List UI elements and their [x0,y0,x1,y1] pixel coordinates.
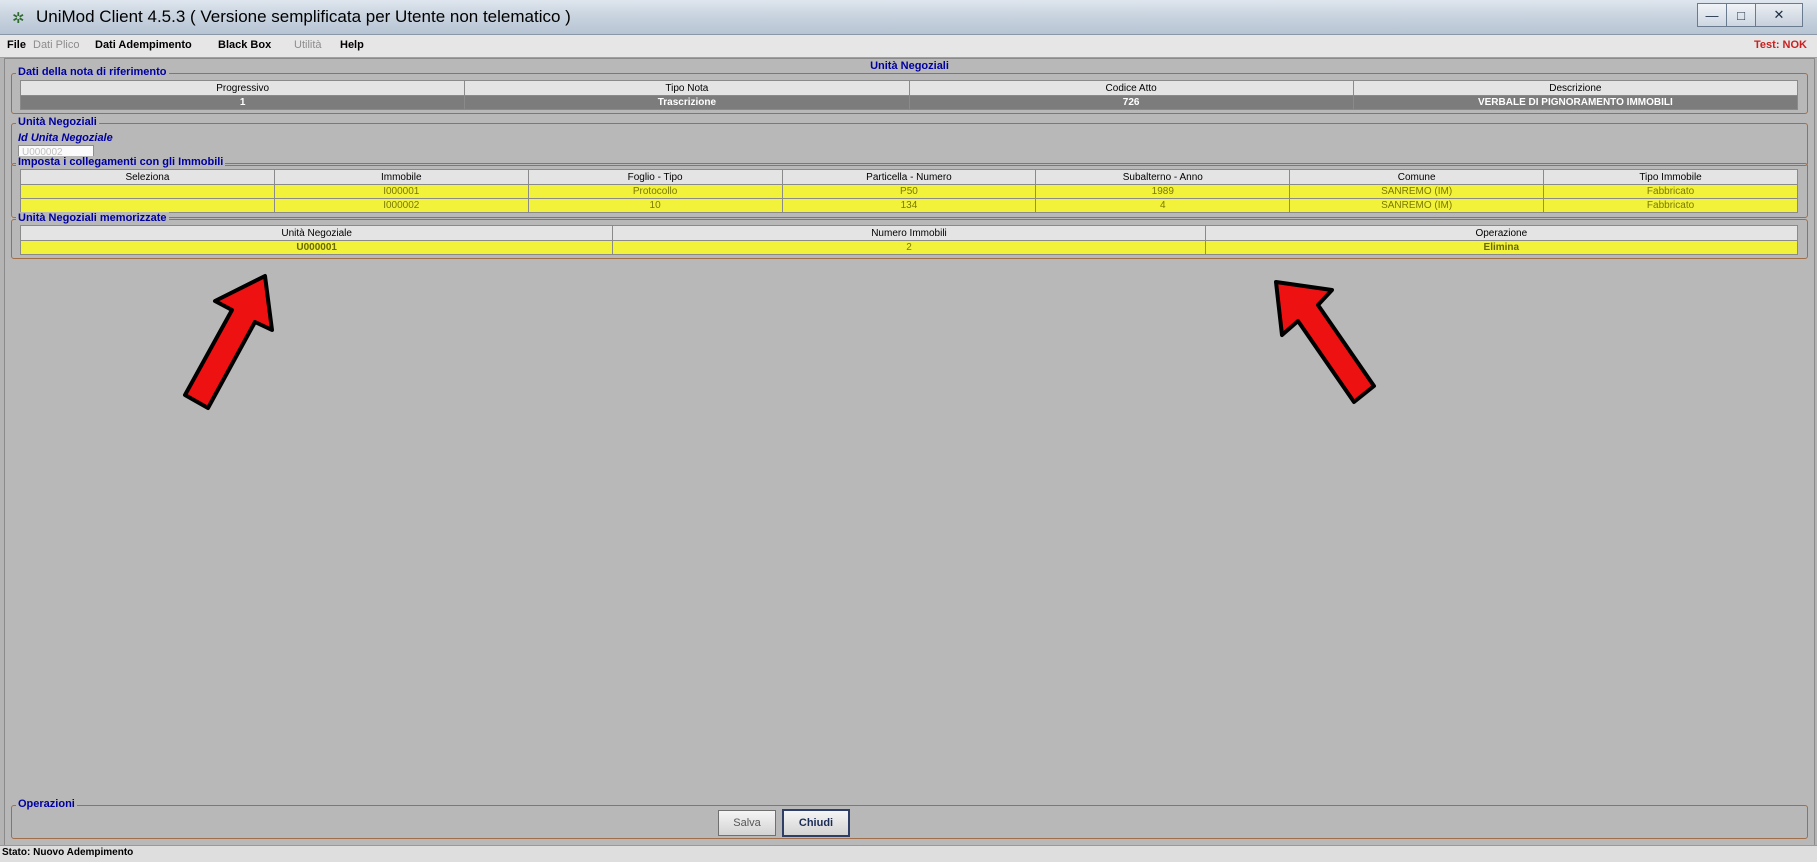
operazioni-legend: Operazioni [16,798,77,810]
column-header: Unità Negoziale [19,225,614,241]
table-header-row: Unità Negoziale Numero Immobili Operazio… [19,225,1799,241]
nota-table: Progressivo Tipo Nota Codice Atto Descri… [19,80,1799,110]
select-cell[interactable] [20,184,275,199]
red-arrow-left [183,274,274,410]
operazioni-group: Operazioni Salva Chiudi [11,798,1808,839]
column-header: Foglio - Tipo [527,169,783,185]
collegamenti-legend: Imposta i collegamenti con gli Immobili [16,156,226,168]
table-row[interactable]: U000001 2 Elimina [19,240,1799,255]
window-title: UniMod Client 4.5.3 ( Versione semplific… [36,7,571,26]
memorizzate-group: Unità Negoziali memorizzate Unità Negozi… [11,212,1808,259]
close-window-button[interactable]: ✕ [1755,3,1803,27]
menu-dati-adempimento[interactable]: Dati Adempimento [95,39,192,51]
table-cell: 1989 [1035,184,1291,199]
memorizzate-legend: Unità Negoziali memorizzate [16,212,169,224]
close-icon: ✕ [1773,7,1785,22]
column-header: Immobile [273,169,529,185]
red-arrow-right [1274,280,1376,404]
menu-file[interactable]: File [7,39,26,51]
table-cell: Fabbricato [1543,184,1798,199]
table-cell: SANREMO (IM) [1289,184,1545,199]
memorizzate-table: Unità Negoziale Numero Immobili Operazio… [19,225,1799,255]
menu-black-box[interactable]: Black Box [218,39,271,51]
nota-legend: Dati della nota di riferimento [16,66,169,78]
column-header: Tipo Nota [464,80,910,96]
column-header: Codice Atto [908,80,1354,96]
menu-dati-plico[interactable]: Dati Plico [33,39,79,51]
menu-help[interactable]: Help [340,39,364,51]
table-cell: P50 [781,184,1037,199]
collegamenti-table: Seleziona Immobile Foglio - Tipo Partice… [20,169,1798,213]
table-cell: 1 [19,95,466,110]
column-header: Tipo Immobile [1543,169,1798,185]
maximize-button[interactable]: □ [1726,3,1756,27]
column-header: Seleziona [20,169,275,185]
close-button[interactable]: Chiudi [782,809,850,837]
app-icon: ✲ [12,10,25,27]
column-header: Descrizione [1352,80,1799,96]
elimina-link[interactable]: Elimina [1204,240,1799,255]
table-cell: I000002 [273,198,529,213]
table-row[interactable]: I000002 10 134 4 SANREMO (IM) Fabbricato [20,198,1798,213]
unita-group: Unità Negoziali Id Unita Negoziale U0000… [11,116,1808,166]
table-header-row: Progressivo Tipo Nota Codice Atto Descri… [19,80,1799,96]
table-cell: 4 [1035,198,1291,213]
unita-negoziale-cell[interactable]: U000001 [19,240,614,255]
menu-bar: File Dati Plico Dati Adempimento Black B… [0,35,1817,58]
table-header-row: Seleziona Immobile Foglio - Tipo Partice… [20,169,1798,185]
column-header: Numero Immobili [612,225,1206,241]
panel-title: Unità Negoziali [870,60,949,72]
column-header: Operazione [1204,225,1799,241]
column-header: Comune [1289,169,1545,185]
column-header: Particella - Numero [781,169,1037,185]
id-unita-label: Id Unita Negoziale [18,132,113,144]
window-controls: — □ ✕ [1697,3,1803,27]
column-header: Subalterno - Anno [1035,169,1291,185]
minimize-icon: — [1705,7,1719,23]
collegamenti-group: Imposta i collegamenti con gli Immobili … [11,156,1808,218]
status-bar: Stato: Nuovo Adempimento [0,845,1817,862]
menu-utilita[interactable]: Utilità [294,39,322,51]
table-cell: I000001 [273,184,529,199]
table-row[interactable]: I000001 Protocollo P50 1989 SANREMO (IM)… [20,184,1798,199]
table-cell: Trascrizione [464,95,910,110]
test-status: Test: NOK [1754,39,1807,51]
table-row[interactable]: 1 Trascrizione 726 VERBALE DI PIGNORAMEN… [19,95,1799,110]
title-bar: ✲ UniMod Client 4.5.3 ( Versione semplif… [0,0,1817,35]
nota-group: Dati della nota di riferimento Progressi… [11,66,1808,114]
status-text: Stato: Nuovo Adempimento [2,847,134,858]
table-cell: Fabbricato [1543,198,1798,213]
table-cell: 726 [908,95,1354,110]
table-cell: VERBALE DI PIGNORAMENTO IMMOBILI [1352,95,1799,110]
select-cell[interactable] [20,198,275,213]
save-button[interactable]: Salva [718,810,776,836]
table-cell: SANREMO (IM) [1289,198,1545,213]
table-cell: 134 [781,198,1037,213]
table-cell: 10 [527,198,783,213]
unita-legend: Unità Negoziali [16,116,99,128]
minimize-button[interactable]: — [1697,3,1727,27]
main-panel: Unità Negoziali Dati della nota di rifer… [4,58,1815,846]
table-cell: Protocollo [527,184,783,199]
table-cell: 2 [612,240,1206,255]
maximize-icon: □ [1737,7,1745,23]
column-header: Progressivo [19,80,466,96]
